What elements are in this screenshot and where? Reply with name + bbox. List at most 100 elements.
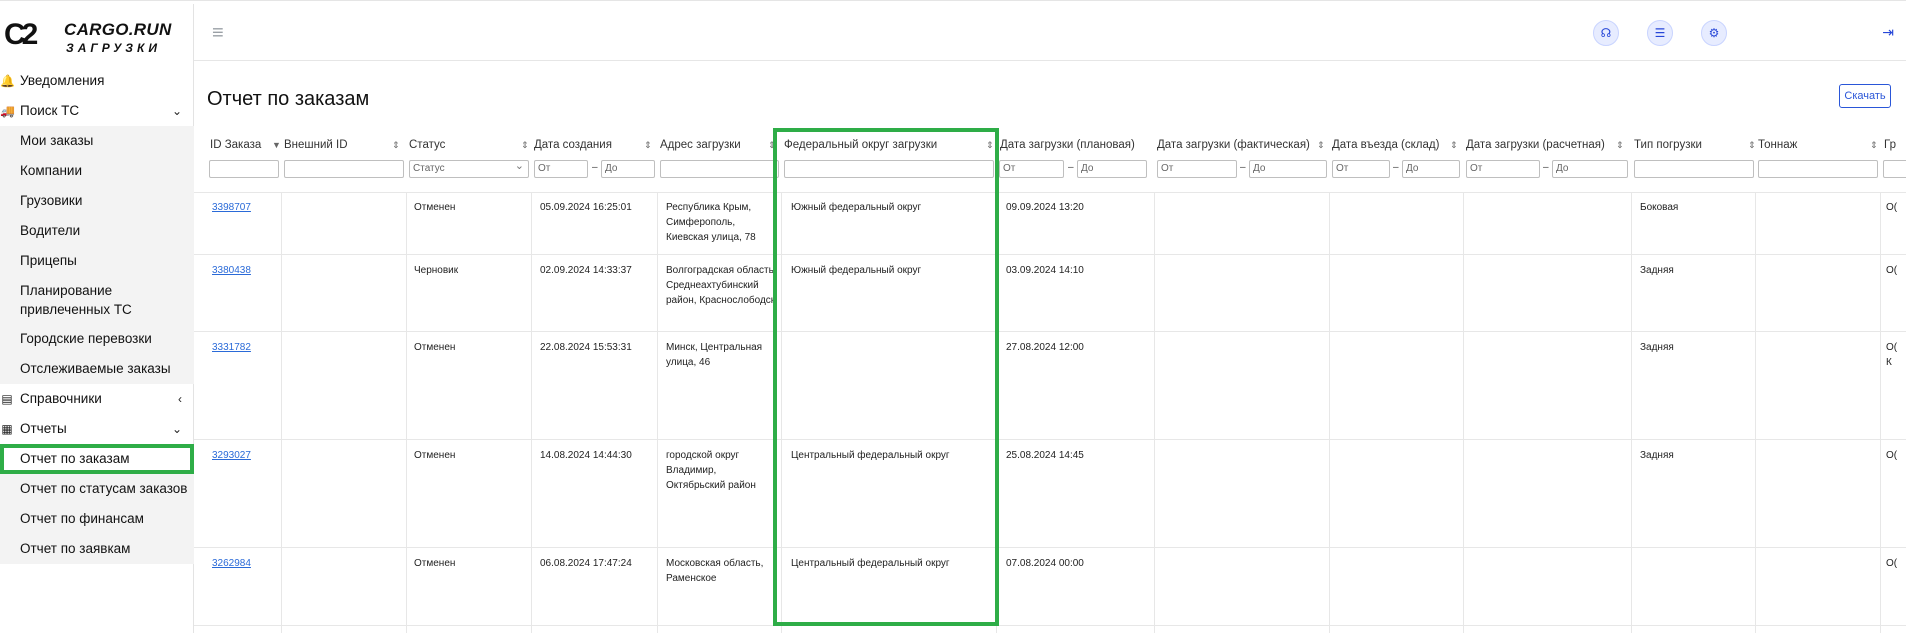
- sidebar-item-label: Справочники: [20, 391, 102, 406]
- sidebar-item-status-report[interactable]: Отчет по статусам заказов: [0, 474, 194, 504]
- filter-federal-district[interactable]: [784, 160, 994, 178]
- filter-created-to[interactable]: До: [601, 160, 655, 178]
- sidebar-item-companies[interactable]: Компании: [0, 156, 194, 186]
- header-created[interactable]: Дата создания ⇕: [534, 138, 652, 152]
- range-dash: –: [1543, 162, 1549, 173]
- filter-external-id[interactable]: [284, 160, 404, 178]
- logo[interactable]: C2 CARGO.RUN ЗАГРУЗКИ: [4, 16, 190, 56]
- created-cell: 22.08.2024 15:53:31: [540, 342, 632, 353]
- filter-order-id[interactable]: [209, 160, 279, 178]
- filter-planned-from[interactable]: От: [999, 160, 1064, 178]
- support-icon[interactable]: ☊: [1593, 20, 1619, 46]
- download-button[interactable]: Скачать: [1839, 84, 1891, 108]
- column-divider: [1463, 192, 1464, 633]
- order-id-link[interactable]: 3262984: [212, 556, 251, 571]
- row-divider: [194, 254, 1906, 255]
- header-entry-date[interactable]: Дата въезда (склад) ⇕: [1332, 138, 1458, 152]
- status-cell: Отменен: [414, 450, 456, 461]
- filter-status-select[interactable]: Статус: [409, 158, 529, 178]
- sidebar-item-finance-report[interactable]: Отчет по финансам: [0, 504, 194, 534]
- sort-icon[interactable]: ⇕: [986, 138, 994, 152]
- sidebar-item-label: Отчеты: [20, 421, 67, 436]
- header-cargo[interactable]: Гр: [1884, 138, 1896, 152]
- sort-icon[interactable]: ⇕: [521, 138, 529, 152]
- filter-calc-to[interactable]: До: [1552, 160, 1628, 178]
- sort-icon[interactable]: ⇕: [768, 138, 776, 152]
- sidebar-item-trucks[interactable]: Грузовики: [0, 186, 194, 216]
- sidebar-item-search-ts[interactable]: 🚚 Поиск ТС ⌄: [0, 96, 194, 126]
- address-cell: Минск, Центральная улица, 46: [666, 342, 763, 368]
- sidebar-item-my-orders[interactable]: Мои заказы: [0, 126, 194, 156]
- order-id-link[interactable]: 3380438: [212, 263, 251, 278]
- range-dash: –: [1068, 162, 1074, 173]
- sort-icon[interactable]: ⇕: [644, 138, 652, 152]
- logo-brand: CARGO.RUN: [64, 20, 172, 39]
- sort-icon[interactable]: ⇕: [392, 138, 400, 152]
- range-dash: –: [1393, 162, 1399, 173]
- created-cell: 06.08.2024 17:47:24: [540, 558, 632, 569]
- sidebar-item-tracked-orders[interactable]: Отслеживаемые заказы: [0, 354, 194, 384]
- planned-date-cell: 07.08.2024 00:00: [1006, 558, 1084, 569]
- filter-actual-to[interactable]: До: [1249, 160, 1327, 178]
- report-icon: ▦: [1, 422, 13, 436]
- column-divider: [1631, 192, 1632, 633]
- district-cell: Центральный федеральный округ: [791, 558, 950, 569]
- header-planned-date[interactable]: Дата загрузки (плановая): [1000, 138, 1135, 152]
- chevron-left-icon: ‹: [178, 392, 182, 406]
- filter-address[interactable]: [660, 160, 779, 178]
- planned-date-cell: 03.09.2024 14:10: [1006, 265, 1084, 276]
- filter-calc-from[interactable]: От: [1466, 160, 1540, 178]
- hamburger-icon[interactable]: ≡: [212, 22, 224, 45]
- logo-mark: C2: [4, 18, 38, 51]
- filter-created-from[interactable]: От: [534, 160, 588, 178]
- chevron-down-icon: ⌄: [171, 422, 182, 436]
- sidebar-item-planning[interactable]: Планирование привлеченных ТС: [0, 276, 194, 324]
- sort-icon[interactable]: ⇕: [1748, 138, 1756, 152]
- sidebar-item-references[interactable]: ▤ Справочники ‹: [0, 384, 194, 414]
- status-cell: Черновик: [414, 265, 459, 276]
- sidebar-item-trailers[interactable]: Прицепы: [0, 246, 194, 276]
- header-tonnage[interactable]: Тоннаж ⇕: [1758, 138, 1878, 152]
- order-id-link[interactable]: 3331782: [212, 340, 251, 355]
- status-cell: Отменен: [414, 558, 456, 569]
- filter-actual-from[interactable]: От: [1157, 160, 1237, 178]
- sidebar-item-orders-report[interactable]: Отчет по заказам: [0, 444, 194, 474]
- filter-tonnage[interactable]: [1758, 160, 1878, 178]
- book-icon: ▤: [1, 392, 13, 406]
- header-status[interactable]: Статус ⇕: [409, 138, 529, 152]
- sidebar-item-notifications[interactable]: 🔔 Уведомления: [0, 66, 194, 96]
- district-cell: Центральный федеральный округ: [791, 450, 950, 461]
- list-icon[interactable]: ☰: [1647, 20, 1673, 46]
- filter-entry-to[interactable]: До: [1402, 160, 1460, 178]
- header-federal-district[interactable]: Федеральный округ загрузки ⇕: [784, 138, 994, 152]
- filter-load-type[interactable]: [1634, 160, 1754, 178]
- filter-entry-from[interactable]: От: [1332, 160, 1390, 178]
- header-external-id[interactable]: Внешний ID ⇕: [284, 138, 400, 152]
- sidebar-item-city-transport[interactable]: Городские перевозки: [0, 324, 194, 354]
- header-actual-date[interactable]: Дата загрузки (фактическая) ⇕: [1157, 138, 1325, 152]
- header-order-id[interactable]: ID Заказа ▼: [210, 138, 281, 152]
- filter-cargo[interactable]: [1883, 160, 1906, 178]
- sidebar-item-requests-report[interactable]: Отчет по заявкам: [0, 534, 194, 564]
- column-divider: [531, 192, 532, 633]
- sort-icon[interactable]: ⇕: [1450, 138, 1458, 152]
- order-id-link[interactable]: 3398707: [212, 200, 251, 215]
- header-load-type[interactable]: Тип погрузки ⇕: [1634, 138, 1756, 152]
- sort-icon[interactable]: ⇕: [1616, 138, 1624, 152]
- sidebar-item-reports[interactable]: ▦ Отчеты ⌄: [0, 414, 194, 444]
- sort-icon[interactable]: ⇕: [1317, 138, 1325, 152]
- load-type-cell: Задняя: [1640, 450, 1674, 461]
- filter-planned-to[interactable]: До: [1077, 160, 1147, 178]
- header-calc-date[interactable]: Дата загрузки (расчетная) ⇕: [1466, 138, 1624, 152]
- logout-icon[interactable]: ⇥: [1882, 24, 1894, 41]
- header-address[interactable]: Адрес загрузки ⇕: [660, 138, 776, 152]
- sidebar-item-label: Поиск ТС: [20, 103, 80, 118]
- sort-desc-icon[interactable]: ▼: [272, 138, 281, 152]
- cargo-cell: О( К: [1886, 342, 1898, 368]
- bell-icon: 🔔: [0, 74, 15, 88]
- user-settings-icon[interactable]: ⚙: [1701, 20, 1727, 46]
- address-cell: городской округ Владимир, Октябрьский ра…: [666, 450, 756, 491]
- sidebar-item-drivers[interactable]: Водители: [0, 216, 194, 246]
- sort-icon[interactable]: ⇕: [1870, 138, 1878, 152]
- order-id-link[interactable]: 3293027: [212, 448, 251, 463]
